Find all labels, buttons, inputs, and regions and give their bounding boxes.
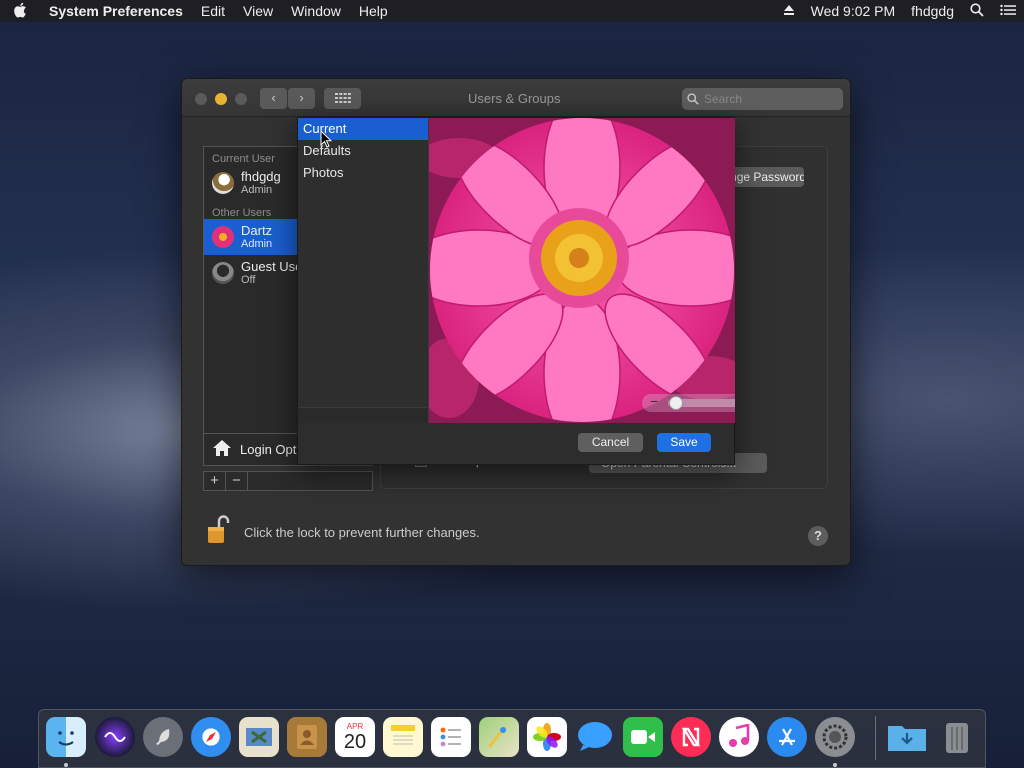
add-user-button[interactable]: + [204,472,226,490]
source-current[interactable]: Current [298,118,428,140]
lock-row: Click the lock to prevent further change… [206,515,480,550]
menu-user[interactable]: fhdgdg [903,3,962,19]
calendar-month: APR [346,721,364,731]
user-role: Admin [241,184,273,196]
title-bar: ‹ › Users & Groups Search [182,79,850,117]
calendar-day: 20 [343,730,367,753]
search-placeholder: Search [704,92,743,106]
close-button[interactable] [195,93,207,105]
unlocked-lock-icon[interactable] [206,515,230,550]
source-photos[interactable]: Photos [298,162,428,184]
finder-icon[interactable] [46,717,86,757]
safari-icon[interactable] [191,717,231,757]
maps-icon[interactable] [479,717,519,757]
zoom-knob[interactable] [669,396,683,410]
contacts-icon[interactable] [287,717,327,757]
news-icon[interactable] [671,717,711,757]
house-icon [212,439,232,460]
apple-menu-icon[interactable] [0,2,40,21]
search-icon [687,88,699,112]
back-button[interactable]: ‹ [260,88,287,109]
add-remove-bar: + − [203,471,373,491]
zoom-out-icon[interactable]: − [650,393,658,409]
lock-text: Click the lock to prevent further change… [244,525,480,540]
window-title: Users & Groups [468,91,561,106]
change-password-label: Change Password... [731,170,804,184]
photos-icon[interactable] [527,717,567,757]
show-all-button[interactable] [324,88,361,109]
itunes-icon[interactable] [719,717,759,757]
zoom-button[interactable] [235,93,247,105]
remove-user-button[interactable]: − [226,472,248,490]
siri-icon[interactable] [95,717,135,757]
source-list-bottom-bar [298,407,428,423]
edit-menu[interactable]: Edit [192,3,234,19]
mouse-cursor-icon [320,129,333,153]
user-name: Dartz [241,223,273,238]
trash-icon[interactable] [937,717,977,757]
reminders-icon[interactable] [431,717,471,757]
notes-icon[interactable] [383,717,423,757]
dock: APR 20 [38,709,986,768]
flower-avatar [212,226,234,248]
forward-button[interactable]: › [288,88,315,109]
user-name: fhdgdg [241,169,281,184]
zoom-slider[interactable]: − + [642,393,735,412]
picture-source-list: Current Defaults Photos [298,118,429,423]
menu-clock[interactable]: Wed 9:02 PM [803,3,904,19]
mail-icon[interactable] [239,717,279,757]
view-menu[interactable]: View [234,3,282,19]
app-menu[interactable]: System Preferences [40,3,192,19]
menu-list-icon[interactable] [992,3,1024,19]
system-preferences-icon[interactable] [815,717,855,757]
help-button[interactable]: ? [808,526,828,546]
cancel-button[interactable]: Cancel [578,433,643,452]
eject-icon[interactable] [775,3,803,19]
search-field[interactable]: Search [682,88,843,110]
dock-separator [875,716,876,760]
eagle-avatar [212,172,234,194]
app-store-icon[interactable] [767,717,807,757]
facetime-icon[interactable] [623,717,663,757]
picture-picker-sheet: Current Defaults Photos − + Cancel [297,117,735,465]
menu-bar: System Preferences Edit View Window Help… [0,0,1024,22]
minimize-button[interactable] [215,93,227,105]
downloads-folder-icon[interactable] [887,717,927,757]
calendar-icon[interactable]: APR 20 [335,717,375,757]
user-role: Admin [241,238,273,250]
change-password-button[interactable]: Change Password... [731,167,804,187]
save-button[interactable]: Save [657,433,711,452]
picture-crop-area[interactable]: − + [429,118,735,423]
search-icon[interactable] [962,2,992,20]
help-menu[interactable]: Help [350,3,397,19]
flower-photo [429,118,735,423]
window-menu[interactable]: Window [282,3,350,19]
messages-icon[interactable] [575,717,615,757]
launchpad-icon[interactable] [143,717,183,757]
guest-user-icon [212,262,234,284]
source-defaults[interactable]: Defaults [298,140,428,162]
